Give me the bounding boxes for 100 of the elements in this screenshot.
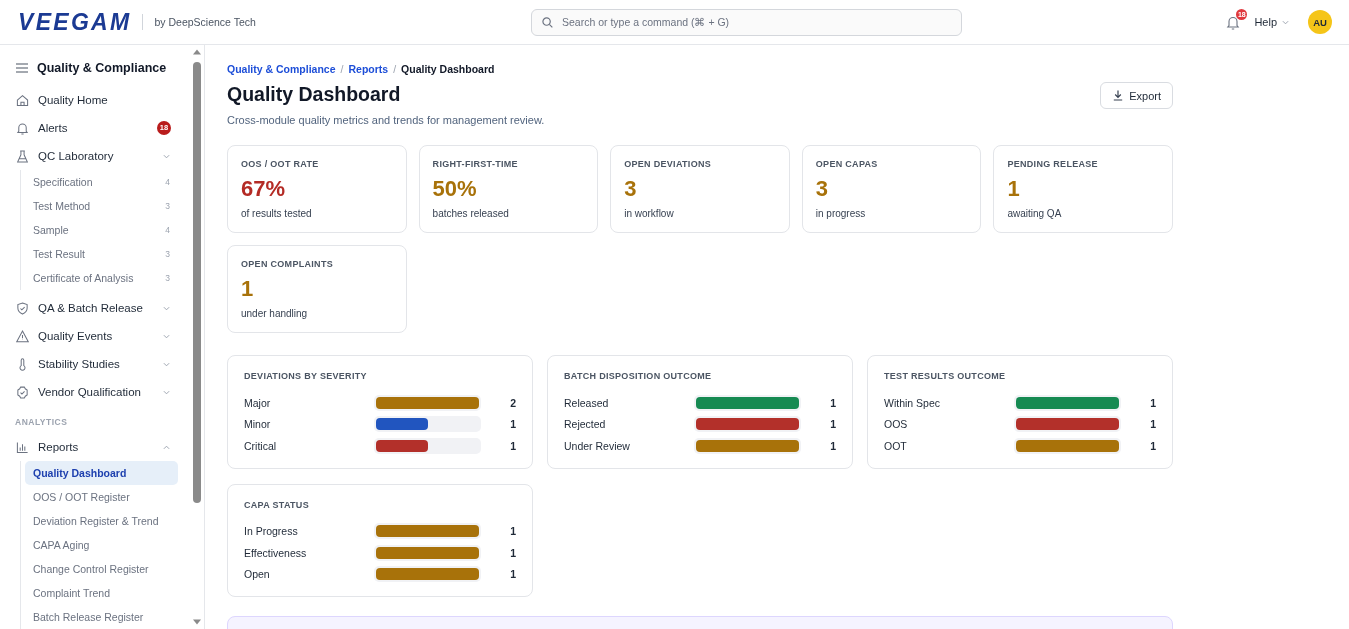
breadcrumb-separator: / bbox=[340, 63, 344, 75]
search-icon bbox=[542, 16, 553, 28]
chevron-down-icon bbox=[1282, 19, 1289, 25]
nav-item[interactable]: Vendor Qualification bbox=[8, 378, 178, 406]
kpi-value: 3 bbox=[624, 176, 637, 202]
kpi-label: OPEN COMPLAINTS bbox=[241, 258, 333, 270]
nav-subitem[interactable]: CAPA Aging bbox=[25, 533, 178, 557]
section-heading: ANALYTICS bbox=[15, 416, 68, 428]
scroll-down-icon[interactable] bbox=[193, 619, 201, 625]
row-count: 1 bbox=[830, 418, 836, 431]
kpi-value: 3 bbox=[815, 176, 829, 202]
breadcrumb-current: Quality Dashboard bbox=[401, 63, 495, 75]
kpi-label: OPEN DEVIATIONS bbox=[624, 158, 712, 170]
row-count: 1 bbox=[1150, 396, 1156, 409]
row-count: 2 bbox=[510, 396, 516, 409]
nav-subitem[interactable]: Deviation Register & Trend bbox=[25, 509, 178, 533]
nav-item[interactable]: Quality Home bbox=[8, 86, 178, 114]
row-count: 1 bbox=[510, 418, 516, 431]
row-label: Major bbox=[244, 396, 271, 409]
card-title: TEST RESULTS OUTCOME bbox=[884, 370, 1006, 382]
search-field[interactable]: Search or type a command (⌘ + G) bbox=[531, 8, 962, 36]
row-label: Minor bbox=[244, 418, 271, 431]
bar-chart-icon bbox=[16, 440, 29, 454]
badge-check-icon bbox=[16, 385, 29, 399]
item-count: 3 bbox=[165, 249, 170, 259]
kpi-label: OOS / OOT RATE bbox=[241, 158, 319, 170]
sidebar-title: Quality & Compliance bbox=[37, 61, 167, 75]
nav-subitem[interactable]: Test Result 3 bbox=[25, 242, 178, 266]
kpi-note: of results tested bbox=[241, 208, 312, 220]
kpi-value: 67% bbox=[241, 176, 286, 202]
kpi-label: OPEN CAPAS bbox=[815, 158, 878, 170]
home-icon bbox=[16, 93, 29, 107]
nav-subitem[interactable]: Certificate of Analysis 3 bbox=[25, 266, 178, 290]
nav-subitem[interactable]: Complaint Trend bbox=[25, 581, 178, 605]
row-count: 1 bbox=[1150, 439, 1156, 452]
row-count: 1 bbox=[510, 439, 516, 452]
nav-subitem[interactable]: Batch Release Register bbox=[25, 605, 178, 629]
row-count: 1 bbox=[830, 439, 836, 452]
item-count: 3 bbox=[165, 201, 170, 211]
row-label: Critical bbox=[244, 439, 277, 452]
nav-item[interactable]: Reports bbox=[8, 433, 178, 461]
row-label: Rejected bbox=[564, 418, 606, 431]
row-count: 1 bbox=[510, 546, 516, 559]
kpi-note: awaiting QA bbox=[1007, 208, 1062, 220]
row-label: Within Spec bbox=[884, 396, 941, 409]
row-label: OOT bbox=[884, 439, 907, 452]
card-title: DEVIATIONS BY SEVERITY bbox=[244, 370, 367, 382]
export-button[interactable]: Export bbox=[1100, 82, 1173, 109]
menu-icon[interactable] bbox=[16, 63, 28, 73]
nav-subitem[interactable]: Quality Dashboard bbox=[25, 461, 178, 485]
row-label: Effectiveness bbox=[244, 546, 307, 559]
bell-icon bbox=[16, 121, 29, 135]
card-title: CAPA STATUS bbox=[244, 498, 309, 511]
breadcrumb-separator: / bbox=[393, 63, 397, 75]
item-count: 3 bbox=[165, 273, 170, 283]
breadcrumb-link[interactable]: Reports bbox=[348, 63, 389, 75]
nav-item[interactable]: QC Laboratory bbox=[8, 142, 178, 170]
item-count: 4 bbox=[165, 177, 170, 187]
tagline: by DeepScience Tech bbox=[154, 16, 256, 28]
nav-subitem[interactable]: Change Control Register bbox=[25, 557, 178, 581]
kpi-value: 50% bbox=[432, 176, 477, 202]
nav-item[interactable]: QA & Batch Release bbox=[8, 294, 178, 322]
row-label: Under Review bbox=[564, 439, 630, 452]
shield-icon bbox=[16, 301, 29, 315]
kpi-note: in workflow bbox=[624, 208, 674, 220]
scroll-up-icon[interactable] bbox=[193, 49, 201, 55]
download-icon bbox=[1113, 90, 1124, 101]
nav-subitem[interactable]: OOS / OOT Register bbox=[25, 485, 178, 509]
nav-subitem[interactable]: Test Method 3 bbox=[25, 194, 178, 218]
page-title: Quality Dashboard bbox=[227, 82, 401, 106]
thermometer-icon bbox=[16, 357, 29, 371]
page-subtitle: Cross-module quality metrics and trends for management review. bbox=[227, 113, 545, 127]
row-count: 1 bbox=[830, 396, 836, 409]
card-title: BATCH DISPOSITION OUTCOME bbox=[564, 370, 712, 382]
kpi-label: RIGHT-FIRST-TIME bbox=[432, 158, 518, 170]
kpi-note: batches released bbox=[432, 208, 509, 220]
row-count: 1 bbox=[510, 568, 516, 581]
row-label: Released bbox=[564, 396, 609, 409]
warning-icon bbox=[16, 329, 29, 343]
kpi-label: PENDING RELEASE bbox=[1007, 158, 1098, 170]
kpi-value: 1 bbox=[241, 276, 254, 302]
help-button[interactable]: Help bbox=[1254, 16, 1289, 28]
row-label: OOS bbox=[884, 418, 908, 431]
scrollbar-thumb[interactable] bbox=[193, 62, 201, 503]
kpi-note: in progress bbox=[815, 208, 866, 220]
row-label: In Progress bbox=[244, 525, 298, 538]
nav-item[interactable]: Quality Events bbox=[8, 322, 178, 350]
flask-icon bbox=[16, 149, 29, 163]
row-label: Open bbox=[244, 568, 270, 581]
item-count: 4 bbox=[165, 225, 170, 235]
row-count: 1 bbox=[510, 525, 516, 538]
avatar[interactable]: AU bbox=[1308, 10, 1332, 34]
row-count: 1 bbox=[1150, 418, 1156, 431]
logo: VEEGAM bbox=[18, 9, 132, 35]
nav-subitem[interactable]: Specification 4 bbox=[25, 170, 178, 194]
nav-item[interactable]: Stability Studies bbox=[8, 350, 178, 378]
nav-subitem[interactable]: Sample 4 bbox=[25, 218, 178, 242]
kpi-value: 1 bbox=[1007, 176, 1020, 202]
breadcrumb-link[interactable]: Quality & Compliance bbox=[227, 63, 336, 75]
kpi-note: under handling bbox=[241, 308, 308, 320]
